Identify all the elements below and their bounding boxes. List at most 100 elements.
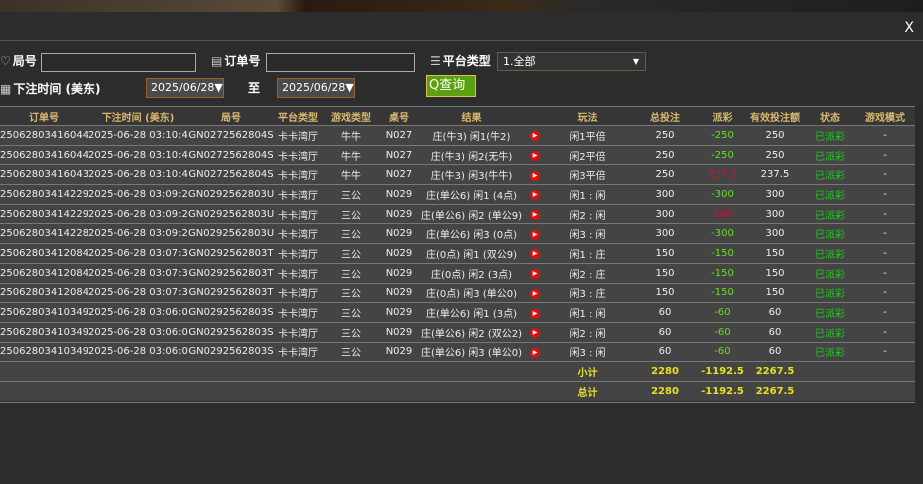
play-video-icon[interactable]: ▶ [530, 210, 540, 221]
payout: -300 [700, 223, 745, 244]
bet-time: 2025-06-28 03:07:32 [88, 262, 188, 283]
replay-cell: ▶ [525, 144, 545, 165]
table-id: N029 [380, 302, 418, 323]
subtotal-valid-bet: 2267.5 [745, 361, 805, 382]
table-row[interactable]: 250628034120848 2025-06-28 03:07:32 GN0292… [0, 262, 915, 283]
game-mode: - [855, 282, 915, 303]
play-video-icon[interactable]: ▶ [530, 308, 540, 319]
scrollbar-track[interactable] [915, 106, 923, 402]
status: 已派彩 [805, 262, 855, 283]
play-video-icon[interactable]: ▶ [530, 170, 540, 181]
play-video-icon[interactable]: ▶ [530, 269, 540, 280]
payout: 300 [700, 203, 745, 224]
valid-bet: 250 [745, 144, 805, 165]
date-from-picker[interactable]: 2025/06/28▼ [146, 78, 224, 98]
platform: 卡卡湾厅 [274, 164, 322, 185]
platform: 卡卡湾厅 [274, 243, 322, 264]
payout: -150 [700, 262, 745, 283]
bet-time: 2025-06-28 03:06:09 [88, 321, 188, 343]
table-row[interactable]: 250628034142289 2025-06-28 03:09:25 GN0292… [0, 223, 915, 244]
table-row[interactable]: 250628034160441 2025-06-28 03:10:48 GN0272… [0, 125, 915, 146]
summary-cell [188, 380, 274, 402]
play-video-icon[interactable]: ▶ [530, 249, 540, 260]
table-row[interactable]: 250628034120849 2025-06-28 03:07:32 GN0292… [0, 243, 915, 264]
game-type: 三公 [322, 282, 380, 303]
game-mode: - [855, 223, 915, 244]
play-video-icon[interactable]: ▶ [530, 131, 540, 142]
bet-time: 2025-06-28 03:06:09 [88, 341, 188, 362]
round-id: GN0272562804S [188, 125, 274, 146]
summary-cell [525, 361, 545, 382]
date-to-picker[interactable]: 2025/06/28▼ [277, 78, 355, 98]
replay-cell: ▶ [525, 164, 545, 185]
platform: 卡卡湾厅 [274, 184, 322, 205]
replay-cell: ▶ [525, 302, 545, 323]
order-id: 250628034103492 [0, 321, 88, 343]
total-bet: 300 [630, 203, 700, 224]
order-id: 250628034160441 [0, 125, 88, 146]
game-type: 牛牛 [322, 144, 380, 165]
result: 庄(0点) 闲1 (双公9) [418, 243, 525, 264]
total-valid-bet: 2267.5 [745, 380, 805, 402]
game-type: 三公 [322, 184, 380, 205]
result: 庄(单公6) 闲1 (3点) [418, 302, 525, 323]
payout: -60 [700, 321, 745, 343]
round-id: GN0272562804S [188, 144, 274, 165]
status: 已派彩 [805, 223, 855, 244]
tag-icon: ♡ [0, 54, 11, 68]
table-row[interactable]: 250628034160440 2025-06-28 03:10:48 GN0272… [0, 144, 915, 165]
status: 已派彩 [805, 164, 855, 185]
replay-cell: ▶ [525, 341, 545, 362]
play-video-icon[interactable]: ▶ [530, 328, 540, 339]
round-id: GN0292562803S [188, 321, 274, 343]
play-video-icon[interactable]: ▶ [530, 229, 540, 240]
table-row[interactable]: 250628034120847 2025-06-28 03:07:32 GN0292… [0, 282, 915, 303]
valid-bet: 60 [745, 302, 805, 323]
result: 庄(单公6) 闲3 (0点) [418, 223, 525, 244]
search-icon: Q [429, 78, 440, 93]
status: 已派彩 [805, 184, 855, 205]
total-bet: 300 [630, 223, 700, 244]
result: 庄(单公6) 闲1 (4点) [418, 184, 525, 205]
close-button[interactable]: X [904, 20, 914, 36]
query-button[interactable]: Q查询 [426, 75, 476, 97]
table-row[interactable]: 250628034142291 2025-06-28 03:09:25 GN0292… [0, 184, 915, 205]
platform-select[interactable]: 1.全部 ▼ [497, 52, 646, 71]
summary-cell [855, 380, 915, 402]
round-id: GN0292562803S [188, 302, 274, 323]
order-input[interactable] [266, 53, 415, 72]
table-row[interactable]: 250628034160439 2025-06-28 03:10:48 GN0272… [0, 164, 915, 185]
valid-bet: 150 [745, 262, 805, 283]
game-type: 三公 [322, 302, 380, 323]
column-header: 桌号 [380, 106, 418, 126]
play-type: 闲3 : 闲 [545, 341, 630, 362]
payout: -60 [700, 302, 745, 323]
summary-cell [274, 361, 322, 382]
play-video-icon[interactable]: ▶ [530, 288, 540, 299]
order-id: 250628034120848 [0, 262, 88, 283]
order-id: 250628034142290 [0, 203, 88, 224]
table-row[interactable]: 250628034142290 2025-06-28 03:09:25 GN0292… [0, 203, 915, 224]
play-video-icon[interactable]: ▶ [530, 190, 540, 201]
play-video-icon[interactable]: ▶ [530, 347, 540, 358]
table-row[interactable]: 250628034103492 2025-06-28 03:06:09 GN0292… [0, 321, 915, 343]
bet-time: 2025-06-28 03:07:32 [88, 243, 188, 264]
play-type: 闲2 : 闲 [545, 203, 630, 224]
round-input[interactable] [41, 53, 196, 72]
subtotal-payout: -1192.5 [700, 361, 745, 382]
play-video-icon[interactable]: ▶ [530, 151, 540, 162]
column-header: 局号 [188, 106, 274, 126]
table-row[interactable]: 250628034103494 2025-06-28 03:06:09 GN0292… [0, 302, 915, 323]
bet-time: 2025-06-28 03:09:25 [88, 203, 188, 224]
column-header: 有效投注额 [745, 106, 805, 126]
table-row[interactable]: 250628034103491 2025-06-28 03:06:09 GN0292… [0, 341, 915, 362]
payout: -60 [700, 341, 745, 362]
bet-time: 2025-06-28 03:07:32 [88, 282, 188, 303]
result: 庄(牛3) 闲1(牛2) [418, 125, 525, 146]
replay-cell: ▶ [525, 262, 545, 283]
result: 庄(0点) 闲2 (3点) [418, 262, 525, 283]
table-id: N027 [380, 164, 418, 185]
table-id: N029 [380, 243, 418, 264]
total-bet: 250 [630, 164, 700, 185]
table-id: N029 [380, 282, 418, 303]
